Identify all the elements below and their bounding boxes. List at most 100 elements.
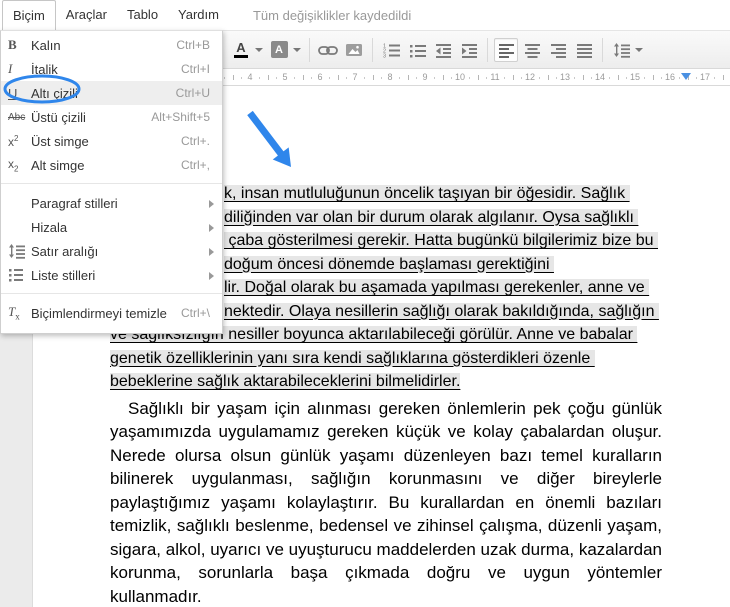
selected-underlined-text[interactable]: k, insan mutluluğunun öncelik taşıyan bi… [224, 185, 630, 202]
selected-underlined-text[interactable]: lir. Doğal olarak bu aşamada yapılması g… [224, 279, 650, 296]
menu-item-label: Alt simge [31, 157, 85, 173]
underline-icon: U [1, 86, 31, 101]
menu-item-shortcut: Ctrl+. [180, 134, 210, 148]
selected-underlined-text[interactable]: genetik özelliklerinin yanı sıra kendi s… [110, 349, 595, 367]
submenu-arrow-icon [209, 272, 214, 280]
ruler-tick [582, 75, 584, 80]
menu-item-shortcut: Ctrl+\ [180, 306, 210, 320]
ruler-tick [477, 75, 479, 80]
highlight-color-button[interactable]: A [267, 38, 291, 62]
justify-button[interactable] [572, 38, 596, 62]
menu-item-üst-simge[interactable]: x2 Üst simge Ctrl+. [1, 129, 222, 153]
menu-item-label: Üst simge [31, 133, 89, 149]
menu-item-kalın[interactable]: B Kalın Ctrl+B [1, 33, 222, 57]
numbered-list-button[interactable]: 123 [379, 38, 403, 62]
document-line[interactable]: genetik özelliklerinin yanı sıra kendi s… [0, 347, 730, 371]
ruler-number: 7 [352, 72, 358, 82]
insert-image-button[interactable] [342, 38, 366, 62]
selected-underlined-text[interactable]: nektedir. Olaya nesillerin sağlığı olara… [224, 302, 659, 320]
document-line[interactable]: kullanmadır. [110, 585, 662, 607]
menu-item-label: Altı çizili [31, 85, 78, 101]
ruler-number: 4 [247, 72, 253, 82]
menu-item-liste-stilleri[interactable]: Liste stilleri [1, 263, 222, 287]
menubar-item-biçim[interactable]: Biçim [2, 0, 56, 31]
subscript-icon: x2 [8, 156, 19, 174]
document-line[interactable]: sigara, alkol, uyarıcı ve uyuşturucu mad… [110, 538, 662, 562]
align-left-button[interactable] [494, 37, 518, 62]
ruler-number: 8 [387, 72, 393, 82]
line-spacing-button[interactable] [609, 38, 633, 62]
ruler-tick [722, 75, 724, 80]
menu-item-label: İtalik [31, 61, 58, 77]
menu-item-satır-aralığı[interactable]: Satır aralığı [1, 239, 222, 263]
insert-link-button[interactable] [316, 38, 340, 62]
menu-item-alt-simge[interactable]: x2 Alt simge Ctrl+, [1, 153, 222, 177]
ruler-tick [451, 77, 453, 79]
line-spacing-icon [9, 244, 25, 259]
align-center-icon [524, 43, 540, 58]
align-right-button[interactable] [546, 38, 570, 62]
text-color-icon: A [234, 41, 249, 58]
ruler-tick [381, 77, 383, 79]
decrease-indent-button[interactable] [431, 38, 455, 62]
ruler-tick [328, 77, 330, 79]
menu-item-label: Hizala [31, 219, 68, 235]
ruler-tick [232, 75, 234, 80]
ruler-tick [678, 77, 680, 79]
superscript-icon: x2 [8, 133, 19, 149]
document-line[interactable]: bilinerek uygulanması, sağlığın korunmas… [110, 467, 662, 491]
menubar-item-araçlar[interactable]: Araçlar [56, 0, 117, 30]
numbered-list-icon: 123 [383, 43, 400, 58]
menu-divider [1, 293, 222, 294]
document-line[interactable]: korunma, sorunlarla başa çıkmada doğru v… [110, 561, 662, 585]
highlight-color-button-dropdown-arrow[interactable] [293, 47, 301, 52]
increase-indent-button[interactable] [457, 38, 481, 62]
text-color-button-dropdown-arrow[interactable] [255, 47, 263, 52]
ruler-number: 10 [454, 72, 466, 82]
document-line[interactable]: bebeklerine sağlık aktarabileceklerini b… [0, 370, 730, 394]
bold-icon: B [8, 37, 17, 52]
strikethrough-icon: Abc [8, 111, 26, 123]
document-line[interactable]: temizlik, sağlıklı beslenme, bedensel ve… [110, 514, 662, 538]
menu-item-i-talik[interactable]: I İtalik Ctrl+I [1, 57, 222, 81]
ruler-tick [468, 77, 470, 79]
highlight-color-icon: A [270, 41, 288, 58]
menu-item-üstü-çizili[interactable]: Abc Üstü çizili Alt+Shift+5 [1, 105, 222, 129]
submenu-arrow-icon [209, 224, 214, 232]
align-right-icon [550, 43, 566, 58]
document-line[interactable]: yaşamımızda uygulamamız gereken küçük ve… [110, 420, 662, 444]
toolbar-separator [372, 37, 373, 62]
selected-underlined-text[interactable]: diliğinden var olan bir durum olarak alg… [224, 208, 639, 226]
document-line[interactable]: Sağlıklı bir yaşam için alınması gereken… [110, 397, 662, 421]
menu-item-hizala[interactable]: Hizala [1, 215, 222, 239]
align-center-button[interactable] [520, 38, 544, 62]
justified-paragraph[interactable]: Sağlıklı bir yaşam için alınması gereken… [110, 397, 662, 607]
bulleted-list-button[interactable] [405, 38, 429, 62]
menu-item-biçimlendirmeyi-temizle[interactable]: Tx Biçimlendirmeyi temizle Ctrl+\ [1, 301, 222, 325]
menubar-item-yardım[interactable]: Yardım [168, 0, 229, 30]
ruler-tick [538, 77, 540, 79]
toolbar-separator [487, 37, 488, 62]
selected-underlined-text[interactable]: çaba gösterilmesi gerekir. Hatta bugünkü… [224, 232, 658, 249]
menu-item-altı-çizili[interactable]: U Altı çizili Ctrl+U [1, 81, 222, 105]
menu-item-paragraf-stilleri[interactable]: Paragraf stilleri [1, 191, 222, 215]
selected-underlined-text[interactable]: bebeklerine sağlık aktarabileceklerini b… [110, 373, 461, 390]
ruler-tick [416, 77, 418, 79]
line-spacing-button-dropdown-arrow[interactable] [635, 47, 643, 52]
text-color-button[interactable]: A [229, 38, 253, 62]
italic-icon: I [8, 61, 13, 76]
menu-item-shortcut: Ctrl+U [175, 86, 210, 100]
document-line[interactable]: paylaştığımız yaşamı kolaylaştırır. Bu k… [110, 491, 662, 515]
document-line[interactable]: Nerede olursa olsun günlük yaşamı düzenl… [110, 444, 662, 468]
menu-item-shortcut: Ctrl+I [180, 62, 210, 76]
ruler-tick [407, 75, 409, 80]
ruler-indent-marker[interactable] [681, 73, 691, 80]
menubar-item-tablo[interactable]: Tablo [117, 0, 168, 30]
ruler-tick [302, 75, 304, 80]
menu-item-label: Kalın [31, 37, 61, 53]
superscript-icon: x2 [1, 134, 31, 149]
ruler-tick [337, 75, 339, 80]
selected-underlined-text[interactable]: doğum öncesi dönemde başlaması gerektiği… [224, 255, 554, 273]
ruler-tick [433, 77, 435, 79]
ruler-tick [713, 77, 715, 79]
